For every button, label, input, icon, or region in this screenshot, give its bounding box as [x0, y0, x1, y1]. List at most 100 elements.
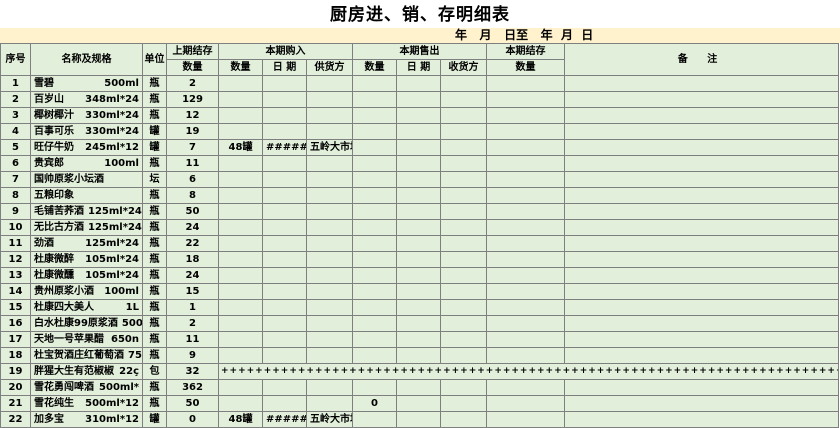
- header-receiver[interactable]: 收货方: [440, 59, 488, 76]
- cell-purchase-qty[interactable]: [218, 203, 263, 220]
- cell-remark[interactable]: [564, 283, 840, 300]
- cell-receiver[interactable]: [440, 139, 488, 156]
- cell-curr-qty[interactable]: [486, 123, 566, 140]
- cell-seq[interactable]: 14: [0, 283, 31, 300]
- header-sold-qty[interactable]: 数量: [352, 59, 398, 76]
- cell-curr-qty[interactable]: [486, 395, 566, 412]
- cell-prev-qty[interactable]: 15: [166, 283, 219, 300]
- cell-unit[interactable]: 瓶: [142, 283, 167, 300]
- cell-remark[interactable]: [564, 315, 840, 332]
- header-unit[interactable]: 单位: [142, 43, 167, 76]
- cell-receiver[interactable]: [440, 91, 488, 108]
- cell-receiver[interactable]: [440, 299, 488, 316]
- cell-curr-qty[interactable]: [486, 347, 566, 364]
- cell-purchase-date[interactable]: [262, 331, 307, 348]
- cell-name-spec[interactable]: 百事可乐 330ml*24: [30, 123, 143, 140]
- cell-sold-date[interactable]: [396, 219, 442, 236]
- cell-purchase-date[interactable]: [262, 315, 307, 332]
- cell-supplier[interactable]: [305, 299, 354, 316]
- cell-remark[interactable]: [564, 155, 840, 172]
- cell-prev-qty[interactable]: 9: [166, 347, 219, 364]
- cell-remark[interactable]: [564, 139, 840, 156]
- cell-curr-qty[interactable]: [486, 315, 566, 332]
- cell-curr-qty[interactable]: [486, 107, 566, 124]
- cell-curr-qty[interactable]: [486, 187, 566, 204]
- cell-curr-qty[interactable]: [486, 331, 566, 348]
- cell-sold-qty[interactable]: [352, 139, 398, 156]
- cell-plus-fill[interactable]: ++++++++++++++++++++++++++++++++++++++++…: [217, 363, 840, 380]
- cell-receiver[interactable]: [440, 123, 488, 140]
- cell-purchase-qty[interactable]: [218, 91, 263, 108]
- cell-sold-qty[interactable]: [352, 347, 398, 364]
- cell-seq[interactable]: 3: [0, 107, 31, 124]
- cell-unit[interactable]: 瓶: [142, 251, 167, 268]
- cell-receiver[interactable]: [440, 75, 488, 92]
- cell-seq[interactable]: 21: [0, 395, 31, 412]
- cell-name-spec[interactable]: 雪花勇闯啤酒 500ml*: [30, 379, 143, 396]
- cell-seq[interactable]: 1: [0, 75, 31, 92]
- cell-sold-qty[interactable]: [352, 331, 398, 348]
- cell-sold-qty[interactable]: [352, 107, 398, 124]
- cell-seq[interactable]: 15: [0, 299, 31, 316]
- cell-remark[interactable]: [564, 107, 840, 124]
- cell-prev-qty[interactable]: 7: [166, 139, 219, 156]
- cell-remark[interactable]: [564, 219, 840, 236]
- cell-seq[interactable]: 9: [0, 203, 31, 220]
- cell-sold-qty[interactable]: [352, 315, 398, 332]
- cell-unit[interactable]: 瓶: [142, 203, 167, 220]
- cell-supplier[interactable]: [305, 251, 354, 268]
- cell-name-spec[interactable]: 杜康微醺 105ml*24: [30, 267, 143, 284]
- cell-supplier[interactable]: 五岭大市场: [305, 139, 354, 156]
- cell-curr-qty[interactable]: [486, 379, 566, 396]
- cell-seq[interactable]: 17: [0, 331, 31, 348]
- cell-purchase-date[interactable]: [262, 187, 307, 204]
- cell-purchase-date[interactable]: [262, 107, 307, 124]
- cell-sold-date[interactable]: [396, 107, 442, 124]
- cell-curr-qty[interactable]: [486, 235, 566, 252]
- cell-prev-qty[interactable]: 11: [166, 155, 219, 172]
- cell-purchase-date[interactable]: [262, 235, 307, 252]
- cell-unit[interactable]: 瓶: [142, 379, 167, 396]
- cell-purchase-qty[interactable]: [218, 331, 263, 348]
- cell-purchase-qty[interactable]: [218, 283, 263, 300]
- header-sold-date[interactable]: 日 期: [396, 59, 442, 76]
- cell-unit[interactable]: 瓶: [142, 187, 167, 204]
- cell-seq[interactable]: 13: [0, 267, 31, 284]
- cell-prev-qty[interactable]: 24: [166, 267, 219, 284]
- cell-curr-qty[interactable]: [486, 75, 566, 92]
- cell-unit[interactable]: 瓶: [142, 347, 167, 364]
- cell-purchase-date[interactable]: [262, 347, 307, 364]
- cell-receiver[interactable]: [440, 251, 488, 268]
- cell-curr-qty[interactable]: [486, 283, 566, 300]
- cell-seq[interactable]: 6: [0, 155, 31, 172]
- header-prev-stock[interactable]: 上期结存: [166, 43, 219, 60]
- cell-name-spec[interactable]: 加多宝 310ml*12: [30, 411, 143, 428]
- cell-supplier[interactable]: [305, 267, 354, 284]
- cell-name-spec[interactable]: 无比古方酒 125ml*24: [30, 219, 143, 236]
- cell-receiver[interactable]: [440, 219, 488, 236]
- cell-supplier[interactable]: 五岭大市场: [305, 411, 354, 428]
- cell-supplier[interactable]: [305, 235, 354, 252]
- header-purchase[interactable]: 本期购入: [217, 43, 354, 60]
- cell-purchase-date[interactable]: [262, 155, 307, 172]
- cell-name-spec[interactable]: 劲酒 125ml*24: [30, 235, 143, 252]
- cell-remark[interactable]: [564, 187, 840, 204]
- cell-sold-date[interactable]: [396, 395, 442, 412]
- cell-receiver[interactable]: [440, 203, 488, 220]
- cell-purchase-date[interactable]: [262, 91, 307, 108]
- cell-purchase-qty[interactable]: [218, 315, 263, 332]
- cell-sold-qty[interactable]: [352, 91, 398, 108]
- cell-remark[interactable]: [564, 267, 840, 284]
- cell-purchase-qty[interactable]: [218, 395, 263, 412]
- cell-sold-qty[interactable]: [352, 283, 398, 300]
- cell-seq[interactable]: 19: [0, 363, 31, 380]
- cell-prev-qty[interactable]: 12: [166, 107, 219, 124]
- cell-curr-qty[interactable]: [486, 267, 566, 284]
- cell-sold-qty[interactable]: [352, 187, 398, 204]
- cell-purchase-qty[interactable]: [218, 379, 263, 396]
- cell-receiver[interactable]: [440, 235, 488, 252]
- cell-sold-qty[interactable]: [352, 155, 398, 172]
- cell-receiver[interactable]: [440, 187, 488, 204]
- cell-prev-qty[interactable]: 24: [166, 219, 219, 236]
- cell-supplier[interactable]: [305, 203, 354, 220]
